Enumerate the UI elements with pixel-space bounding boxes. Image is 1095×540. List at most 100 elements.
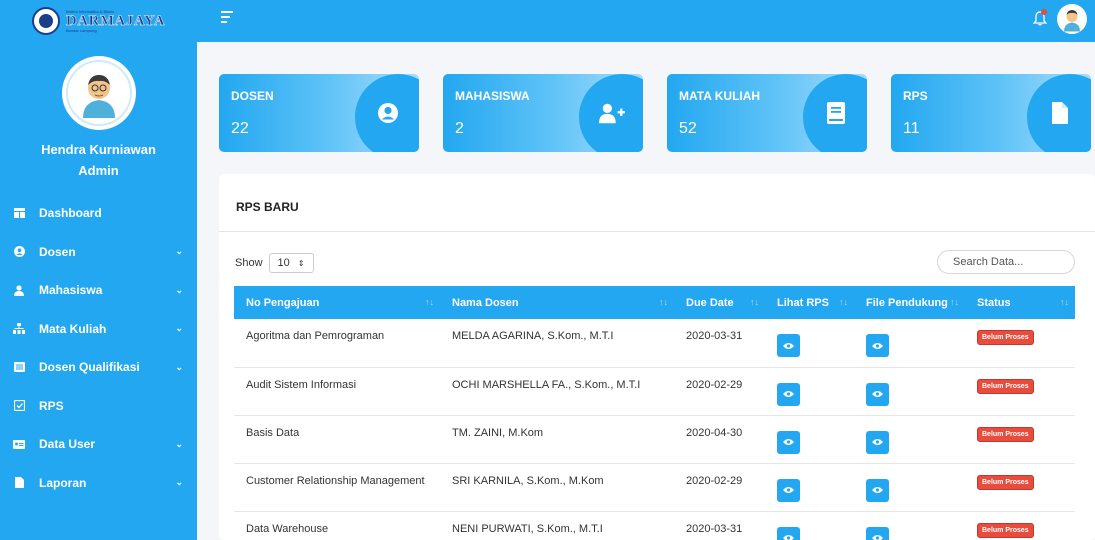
cell-due-date: 2020-02-29 [686,474,743,487]
sort-icon: ↑↓ [425,297,434,307]
file-icon [13,477,25,489]
cell-due-date: 2020-02-29 [686,378,743,391]
cell-no-pengajuan: Customer Relationship Management [246,474,425,487]
rps-table: No Pengajuan ↑↓ Nama Dosen ↑↓ Due Date ↑↓ L… [234,286,1075,540]
status-badge: Belum Proses [977,426,1034,442]
column-header-due-date[interactable]: Due Date ↑↓ [674,286,765,319]
card-mahasiswa[interactable]: MAHASISWA 2 [443,74,643,152]
user-icon [13,284,25,296]
page-size-value: 10 [277,257,290,269]
sort-icon: ↑↓ [1060,297,1069,307]
card-title: DOSEN [231,89,274,103]
card-value: 11 [903,120,920,137]
sort-icon: ↑↓ [839,297,848,307]
id-card-icon [13,438,25,450]
card-title: MAHASISWA [455,89,530,103]
user-circle-icon [13,246,25,258]
user-name: Hendra Kurniawan [41,142,156,157]
sidebar-item-laporan[interactable]: Laporan ⌄ [0,464,197,503]
table-row: Customer Relationship Management SRI KAR… [234,463,1075,511]
sidebar-item-label: RPS [39,398,64,413]
stat-cards: DOSEN 22 MAHASISWA 2 MATA KULIAH 52 RPS … [219,74,1095,152]
sidebar-item-label: Mahasiswa [39,283,103,298]
column-header-lihat-rps[interactable]: Lihat RPS ↑↓ [765,286,854,319]
list-icon [13,361,25,373]
user-panel: Hendra Kurniawan Admin [0,42,197,178]
sidebar-item-dosen[interactable]: Dosen ⌄ [0,233,197,272]
column-header-nama-dosen[interactable]: Nama Dosen ↑↓ [440,286,674,319]
user-avatar-button[interactable] [1057,4,1087,34]
brand-emblem-icon [31,7,60,35]
search-input[interactable]: Search Data... [937,250,1075,274]
status-badge: Belum Proses [977,330,1034,345]
column-header-no-pengajuan[interactable]: No Pengajuan ↑↓ [234,286,440,319]
column-header-status[interactable]: Status ↑↓ [965,286,1075,319]
chevron-down-icon: ⌄ [175,246,183,257]
chevron-down-icon: ⌄ [175,323,183,334]
view-rps-button[interactable] [777,526,800,540]
sidebar-item-dosen-qualifikasi[interactable]: Dosen Qualifikasi ⌄ [0,348,197,387]
rps-baru-panel: RPS BARU Show 10 ⇕ Search Data... No Pen… [219,174,1095,540]
card-mata-kuliah[interactable]: MATA KULIAH 52 [667,74,867,152]
user-role: Admin [78,163,119,178]
sidebar-item-label: Mata Kuliah [39,321,107,336]
view-file-button[interactable] [866,382,889,406]
view-rps-button[interactable] [777,334,800,358]
chevron-down-icon: ⌄ [175,477,183,488]
view-file-button[interactable] [866,478,889,502]
user-circle-icon [375,100,401,126]
sidebar: Institut Informatika & Bisnis DARMAJAYA … [0,0,197,540]
card-title: MATA KULIAH [679,89,761,103]
cell-nama-dosen: SRI KARNILA, S.Kom., M.Kom [452,474,604,487]
dashboard-icon [13,207,25,219]
notification-dot [1041,9,1047,15]
cell-nama-dosen: OCHI MARSHELLA FA., S.Kom., M.T.I [452,378,641,391]
chevron-down-icon: ⌄ [175,284,183,295]
sidebar-item-mata-kuliah[interactable]: Mata Kuliah ⌄ [0,310,197,349]
view-file-button[interactable] [866,334,889,358]
cell-no-pengajuan: Agoritma dan Pemrograman [246,330,385,342]
view-rps-button[interactable] [777,430,800,454]
card-dosen[interactable]: DOSEN 22 [219,74,419,152]
table-row: Data Warehouse NENI PURWATI, S.Kom., M.T… [234,511,1075,540]
cell-no-pengajuan: Audit Sistem Informasi [246,378,357,391]
table-row: Audit Sistem Informasi OCHI MARSHELLA FA… [234,367,1075,415]
view-rps-button[interactable] [777,478,800,502]
sidebar-menu: Dashboard Dosen ⌄ Mahasiswa ⌄ Mata Kulia… [0,194,197,502]
avatar [61,56,136,130]
status-badge: Belum Proses [977,474,1034,490]
cell-nama-dosen: TM. ZAINI, M.Kom [452,426,544,439]
cell-no-pengajuan: Basis Data [246,426,300,439]
menu-toggle-icon[interactable] [221,11,233,26]
cell-nama-dosen: NENI PURWATI, S.Kom., M.T.I [452,522,603,535]
sidebar-item-data-user[interactable]: Data User ⌄ [0,425,197,464]
file-icon [1047,100,1073,126]
cell-no-pengajuan: Data Warehouse [246,522,329,535]
chevron-down-icon: ⌄ [175,438,183,449]
view-file-button[interactable] [866,526,889,540]
status-badge: Belum Proses [977,522,1034,538]
sidebar-item-dashboard[interactable]: Dashboard [0,194,197,233]
view-file-button[interactable] [866,430,889,454]
chevron-down-icon: ⌄ [175,361,183,372]
brand-logo[interactable]: Institut Informatika & Bisnis DARMAJAYA … [0,0,197,42]
divider [219,231,1095,232]
sidebar-item-label: Dosen Qualifikasi [39,360,140,375]
show-label: Show [235,257,263,269]
sidebar-item-label: Dosen [39,244,76,259]
user-plus-icon [599,100,625,126]
view-rps-button[interactable] [777,382,800,406]
status-badge: Belum Proses [977,378,1034,394]
sidebar-item-mahasiswa[interactable]: Mahasiswa ⌄ [0,271,197,310]
brand-name: DARMAJAYA [65,12,166,29]
page-size-select[interactable]: 10 ⇕ [268,253,314,273]
sort-icon: ↑↓ [659,297,668,307]
cell-due-date: 2020-03-31 [686,522,743,535]
page-size-control: Show 10 ⇕ [235,253,314,273]
sitemap-icon [13,323,25,335]
topbar [197,0,1095,42]
card-rps[interactable]: RPS 11 [891,74,1091,152]
select-arrows-icon: ⇕ [297,258,305,268]
sidebar-item-rps[interactable]: RPS [0,387,197,426]
column-header-file-pendukung[interactable]: File Pendukung ↑↓ [854,286,965,319]
